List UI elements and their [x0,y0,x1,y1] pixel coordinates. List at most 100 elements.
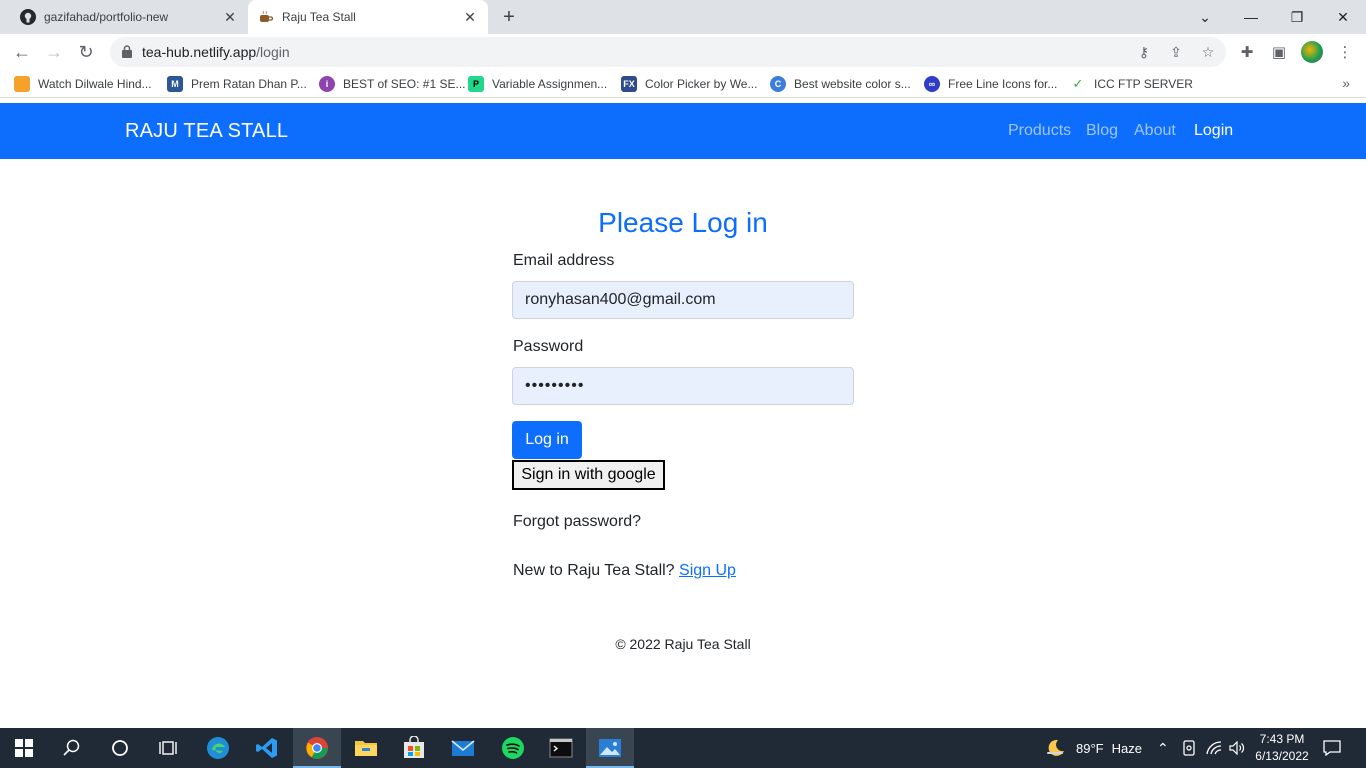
nav-link-blog[interactable]: Blog [1086,122,1118,140]
notifications-icon[interactable] [1323,728,1341,768]
site-navbar: RAJU TEA STALL Products Blog About Login [0,103,1366,159]
system-clock[interactable]: 7:43 PM 6/13/2022 [1250,731,1314,765]
file-explorer-icon[interactable] [342,728,390,768]
bookmark-favicon: FX [621,76,637,92]
vscode-icon[interactable] [243,728,291,768]
key-icon[interactable]: ⚷ [1135,43,1153,61]
tab-search-icon[interactable]: ⌄ [1182,0,1228,34]
close-icon[interactable]: ✕ [462,9,478,25]
bookmark-label: BEST of SEO: #1 SE... [343,77,466,91]
forgot-password-link[interactable]: Forgot password? [513,513,641,531]
clock-date: 6/13/2022 [1255,749,1309,763]
signup-link[interactable]: Sign Up [679,562,736,579]
tab-strip: gazifahad/portfolio-new ✕ Raju Tea Stall… [0,0,1366,34]
bookmark-label: Watch Dilwale Hind... [38,77,152,91]
windows-start-icon[interactable] [0,728,48,768]
bookmark-item[interactable]: Watch Dilwale Hind... [14,75,152,93]
chrome-icon[interactable] [293,728,341,768]
nav-link-products[interactable]: Products [1008,122,1071,140]
bookmark-favicon: M [167,76,183,92]
device-icon[interactable] [1182,728,1196,768]
bookmark-favicon: ✓ [1070,76,1086,92]
menu-icon[interactable]: ⋮ [1336,43,1354,61]
google-signin-button[interactable]: Sign in with google [512,460,665,490]
email-label: Email address [513,252,615,269]
bookmark-item[interactable]: M Prem Ratan Dhan P... [167,75,307,93]
bookmark-item[interactable]: P Variable Assignmen... [468,75,607,93]
bookmarks-bar: Watch Dilwale Hind... M Prem Ratan Dhan P… [0,70,1366,98]
weather-widget[interactable]: 89°F Haze [1044,728,1142,768]
tab-title: Raju Tea Stall [282,10,356,24]
bookmark-label: Prem Ratan Dhan P... [191,77,307,91]
photos-icon[interactable] [586,728,634,768]
bookmark-favicon: i [319,76,335,92]
brand-logo[interactable]: RAJU TEA STALL [125,120,288,143]
minimize-icon[interactable]: — [1228,0,1274,34]
tea-icon [258,9,274,25]
bookmark-favicon: C [770,76,786,92]
lock-icon [122,45,132,58]
edge-icon[interactable] [194,728,242,768]
bookmark-favicon: ∞ [924,76,940,92]
tab-title: gazifahad/portfolio-new [44,10,169,24]
url-text: tea-hub.netlify.app/login [142,44,290,60]
bookmarks-overflow-icon[interactable]: » [1342,75,1350,91]
bookmark-item[interactable]: ∞ Free Line Icons for... [924,75,1057,93]
spotify-icon[interactable] [489,728,537,768]
bookmark-label: ICC FTP SERVER [1094,77,1193,91]
browser-toolbar: ← → ↻ tea-hub.netlify.app/login ⚷ ⇪ ☆ ✚ … [0,34,1366,70]
profile-avatar[interactable] [1301,41,1323,63]
bookmark-favicon [14,76,30,92]
bookmark-label: Best website color s... [794,77,911,91]
windows-taskbar: 89°F Haze ⌃ 7:43 PM 6/13/2022 [0,728,1366,768]
url-path: /login [256,44,290,60]
wifi-icon[interactable] [1206,728,1222,768]
password-label: Password [513,338,584,355]
bookmark-star-icon[interactable]: ☆ [1199,43,1217,61]
page-title: Please Log in [598,207,768,238]
bookmark-favicon: P [468,76,484,92]
tab-github[interactable]: gazifahad/portfolio-new ✕ [12,0,248,34]
reload-icon[interactable]: ↻ [74,40,98,64]
store-icon[interactable] [390,728,438,768]
bookmark-label: Free Line Icons for... [948,77,1058,91]
forward-icon[interactable]: → [42,40,66,64]
clock-time: 7:43 PM [1259,732,1305,746]
signup-prompt-text: New to Raju Tea Stall? [513,562,675,579]
new-tab-icon[interactable]: + [499,7,519,27]
email-field[interactable] [512,281,854,319]
address-bar[interactable]: tea-hub.netlify.app/login ⚷ ⇪ ☆ [110,37,1226,67]
mail-icon[interactable] [439,728,487,768]
weather-temp: 89°F [1076,740,1104,756]
nav-link-login[interactable]: Login [1194,122,1233,140]
volume-icon[interactable] [1229,728,1245,768]
nav-link-about[interactable]: About [1134,122,1176,140]
password-field[interactable] [512,367,854,405]
bookmark-item[interactable]: i BEST of SEO: #1 SE... [319,75,466,93]
share-icon[interactable]: ⇪ [1167,43,1185,61]
cortana-icon[interactable] [96,728,144,768]
weather-condition: Haze [1111,740,1142,756]
bookmark-item[interactable]: FX Color Picker by We... [621,75,757,93]
bookmark-label: Color Picker by We... [645,77,758,91]
weather-moon-icon [1044,737,1066,759]
search-icon[interactable] [48,728,96,768]
bookmark-label: Variable Assignmen... [492,77,608,91]
side-panel-icon[interactable]: ▣ [1270,43,1288,61]
signup-prompt: New to Raju Tea Stall? Sign Up [513,562,736,580]
extensions-icon[interactable]: ✚ [1238,43,1256,61]
close-icon[interactable]: ✕ [222,9,238,25]
chevron-up-icon[interactable]: ⌃ [1157,728,1169,768]
login-button[interactable]: Log in [512,421,582,459]
task-view-icon[interactable] [144,728,192,768]
bookmark-item[interactable]: ✓ ICC FTP SERVER [1070,75,1193,93]
back-icon[interactable]: ← [10,40,34,64]
tab-raju-tea-stall[interactable]: Raju Tea Stall ✕ [248,0,488,34]
bookmark-item[interactable]: C Best website color s... [770,75,911,93]
restore-icon[interactable]: ❐ [1274,0,1320,34]
footer-copyright: © 2022 Raju Tea Stall [615,636,751,652]
close-window-icon[interactable]: ✕ [1320,0,1366,34]
github-icon [20,9,36,25]
url-host: tea-hub.netlify.app [142,44,257,60]
terminal-icon[interactable] [537,728,585,768]
